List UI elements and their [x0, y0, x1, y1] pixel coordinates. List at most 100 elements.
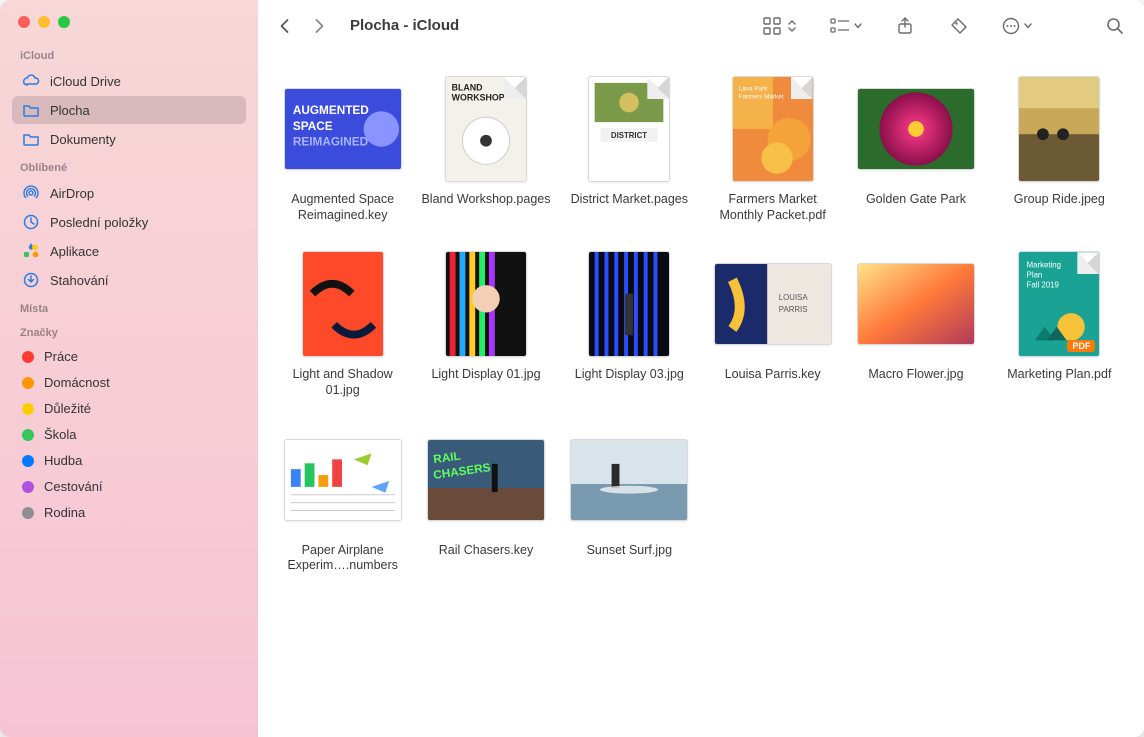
sidebar-item-důležité[interactable]: Důležité: [12, 396, 246, 421]
file-item[interactable]: Macro Flower.jpg: [849, 249, 982, 398]
file-item[interactable]: AUGMENTEDSPACEREIMAGINEDAugmented Space …: [276, 74, 409, 223]
search-icon: [1106, 17, 1124, 35]
file-item[interactable]: Paper Airplane Experim….numbers: [276, 425, 409, 574]
sidebar-section-label: Místa: [10, 295, 248, 319]
file-item[interactable]: BLANDWORKSHOP Bland Workshop.pages: [419, 74, 552, 223]
forward-button[interactable]: [306, 13, 332, 39]
sidebar-item-label: Práce: [44, 349, 78, 364]
file-name: Sunset Surf.jpg: [587, 543, 672, 559]
svg-text:WORKSHOP: WORKSHOP: [452, 93, 505, 103]
sidebar-item-rodina[interactable]: Rodina: [12, 500, 246, 525]
sidebar-item-label: Hudba: [44, 453, 82, 468]
file-item[interactable]: Light and Shadow 01.jpg: [276, 249, 409, 398]
share-button[interactable]: [890, 13, 920, 39]
file-thumbnail: [445, 251, 527, 357]
window-controls: [10, 10, 248, 42]
sidebar-item-label: Dokumenty: [50, 132, 116, 147]
apps-icon: [22, 242, 40, 260]
sidebar-item-label: Cestování: [44, 479, 103, 494]
file-item[interactable]: LOUISA PARRIS Louisa Parris.key: [706, 249, 839, 398]
svg-text:PARRIS: PARRIS: [778, 305, 807, 314]
file-thumbnail: [570, 439, 688, 521]
share-icon: [897, 17, 913, 35]
folder-icon: [22, 130, 40, 148]
tag-dot-icon: [22, 507, 34, 519]
tag-dot-icon: [22, 351, 34, 363]
tag-icon: [950, 17, 968, 35]
close-window-button[interactable]: [18, 16, 30, 28]
file-item[interactable]: MarketingPlanFall 2019PDFMarketing Plan.…: [993, 249, 1126, 398]
svg-text:REIMAGINED: REIMAGINED: [293, 136, 369, 149]
clock-icon: [22, 213, 40, 231]
file-name: Light Display 01.jpg: [431, 367, 540, 383]
group-by-button[interactable]: [826, 13, 866, 39]
file-thumbnail-wrap: [283, 425, 403, 535]
sidebar-item-label: Domácnost: [44, 375, 110, 390]
tags-button[interactable]: [944, 13, 974, 39]
more-actions-button[interactable]: [998, 13, 1036, 39]
svg-text:DISTRICT: DISTRICT: [611, 131, 647, 140]
file-name: Golden Gate Park: [866, 192, 966, 208]
chevron-left-icon: [279, 19, 291, 33]
sidebar-item-poslední-položky[interactable]: Poslední položky: [12, 208, 246, 236]
sidebar-item-label: iCloud Drive: [50, 74, 121, 89]
file-item[interactable]: Sunset Surf.jpg: [563, 425, 696, 574]
view-mode-button[interactable]: [758, 13, 802, 39]
file-name: Louisa Parris.key: [725, 367, 821, 383]
file-item[interactable]: Lava ParkFarmers MarketFarmers Market Mo…: [706, 74, 839, 223]
file-item[interactable]: Light Display 03.jpg: [563, 249, 696, 398]
file-thumbnail-wrap: Lava ParkFarmers Market: [713, 74, 833, 184]
file-thumbnail: BLANDWORKSHOP: [445, 76, 527, 182]
sidebar-item-icloud-drive[interactable]: iCloud Drive: [12, 67, 246, 95]
file-name: Bland Workshop.pages: [421, 192, 550, 208]
file-name: Light Display 03.jpg: [575, 367, 684, 383]
file-thumbnail: MarketingPlanFall 2019PDF: [1018, 251, 1100, 357]
sidebar: iCloud iCloud Drive Plocha Dokumenty Oblíben…: [0, 0, 258, 737]
sidebar-item-plocha[interactable]: Plocha: [12, 96, 246, 124]
sidebar-item-airdrop[interactable]: AirDrop: [12, 179, 246, 207]
svg-text:Plan: Plan: [1027, 271, 1043, 280]
sidebar-item-label: Důležité: [44, 401, 91, 416]
zoom-window-button[interactable]: [58, 16, 70, 28]
file-name: Light and Shadow 01.jpg: [276, 367, 409, 398]
file-thumbnail: DISTRICT: [588, 76, 670, 182]
content-area[interactable]: AUGMENTEDSPACEREIMAGINEDAugmented Space …: [258, 52, 1144, 737]
icon-grid-icon: [763, 17, 781, 35]
file-thumbnail: LOUISA PARRIS: [714, 263, 832, 345]
tag-dot-icon: [22, 429, 34, 441]
file-thumbnail-wrap: [856, 74, 976, 184]
folder-icon: [22, 101, 40, 119]
search-button[interactable]: [1100, 13, 1130, 39]
svg-text:LOUISA: LOUISA: [778, 293, 808, 302]
file-item[interactable]: Golden Gate Park: [849, 74, 982, 223]
ellipsis-circle-icon: [1002, 17, 1020, 35]
sidebar-item-cestování[interactable]: Cestování: [12, 474, 246, 499]
file-thumbnail-wrap: RAILCHASERS: [426, 425, 546, 535]
sidebar-item-práce[interactable]: Práce: [12, 344, 246, 369]
file-name: Rail Chasers.key: [439, 543, 533, 559]
sidebar-item-škola[interactable]: Škola: [12, 422, 246, 447]
file-item[interactable]: RAILCHASERS Rail Chasers.key: [419, 425, 552, 574]
sidebar-item-domácnost[interactable]: Domácnost: [12, 370, 246, 395]
pdf-badge: PDF: [1067, 340, 1095, 352]
minimize-window-button[interactable]: [38, 16, 50, 28]
svg-text:BLAND: BLAND: [452, 83, 483, 93]
file-thumbnail-wrap: [426, 249, 546, 359]
file-item[interactable]: Light Display 01.jpg: [419, 249, 552, 398]
sidebar-section-label: iCloud: [10, 42, 248, 66]
sidebar-item-dokumenty[interactable]: Dokumenty: [12, 125, 246, 153]
file-item[interactable]: Group Ride.jpeg: [993, 74, 1126, 223]
finder-window: iCloud iCloud Drive Plocha Dokumenty Oblíben…: [0, 0, 1144, 737]
sidebar-item-label: Stahování: [50, 273, 109, 288]
file-item[interactable]: DISTRICTDistrict Market.pages: [563, 74, 696, 223]
sidebar-item-stahování[interactable]: Stahování: [12, 266, 246, 294]
toolbar-buttons: [758, 13, 1130, 39]
sidebar-item-aplikace[interactable]: Aplikace: [12, 237, 246, 265]
sidebar-section-label: Oblíbené: [10, 154, 248, 178]
sidebar-item-label: Plocha: [50, 103, 90, 118]
sidebar-item-hudba[interactable]: Hudba: [12, 448, 246, 473]
cloud-icon: [22, 72, 40, 90]
back-button[interactable]: [272, 13, 298, 39]
file-thumbnail: [588, 251, 670, 357]
file-thumbnail: [857, 88, 975, 170]
